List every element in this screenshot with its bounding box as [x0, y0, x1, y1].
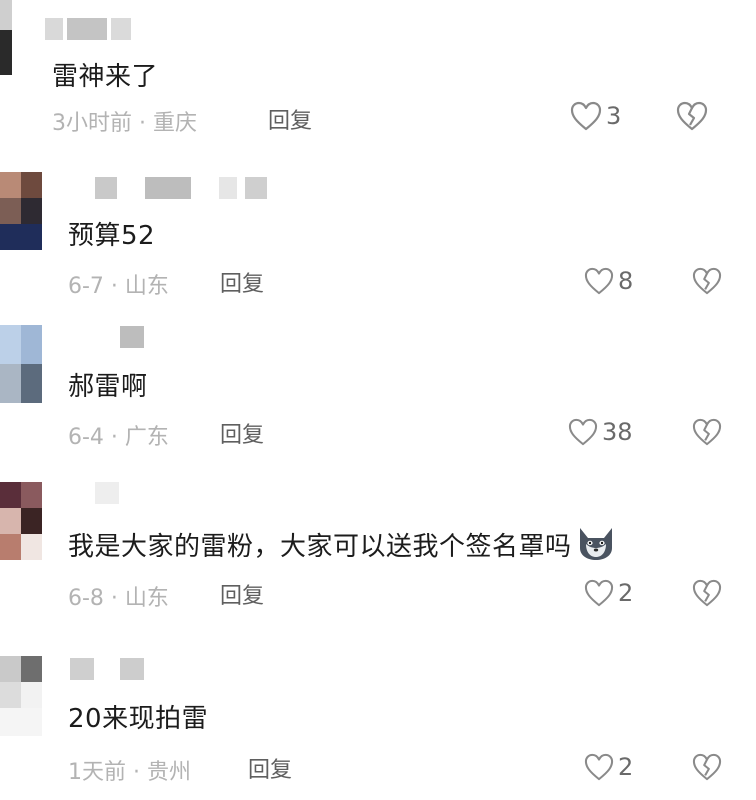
avatar[interactable]	[0, 656, 42, 736]
comment-meta: 6-8 · 山东	[68, 586, 169, 611]
comment-text: 20来现拍雷	[68, 704, 209, 734]
like-button[interactable]: 38	[568, 418, 633, 446]
avatar[interactable]	[0, 172, 42, 250]
comment-meta: 1天前 · 贵州	[68, 760, 191, 785]
heart-outline-icon	[584, 753, 614, 781]
dislike-button[interactable]	[692, 579, 722, 611]
username-blurred[interactable]	[45, 18, 135, 40]
dislike-button[interactable]	[692, 418, 722, 450]
comment-item: 郝雷啊 6-4 · 广东 回复 38	[0, 318, 756, 458]
broken-heart-icon	[692, 267, 722, 295]
reply-button[interactable]: 回复	[248, 752, 292, 784]
reply-button[interactable]: 回复	[220, 417, 264, 449]
avatar[interactable]	[0, 482, 42, 560]
avatar[interactable]	[0, 325, 42, 403]
reply-button[interactable]: 回复	[220, 266, 264, 298]
comment-item: 预算52 6-7 · 山东 回复 8	[0, 165, 756, 305]
dislike-button[interactable]	[692, 753, 722, 785]
comment-meta: 6-7 · 山东	[68, 274, 169, 299]
reply-button[interactable]: 回复	[268, 103, 312, 135]
like-count: 8	[618, 267, 634, 295]
broken-heart-icon	[676, 101, 708, 131]
like-count: 38	[602, 418, 633, 446]
comment-meta: 3小时前 · 重庆	[52, 111, 197, 136]
like-button[interactable]: 8	[584, 267, 633, 295]
username-blurred[interactable]	[120, 326, 150, 348]
username-blurred[interactable]	[95, 177, 275, 199]
broken-heart-icon	[692, 753, 722, 781]
comment-item: 雷神来了 3小时前 · 重庆 回复 3	[0, 0, 756, 150]
comment-item: 20来现拍雷 1天前 · 贵州 回复 2	[0, 650, 756, 800]
comment-text: 我是大家的雷粉，大家可以送我个签名罩吗	[68, 526, 616, 569]
heart-outline-icon	[584, 267, 614, 295]
username-blurred[interactable]	[70, 658, 150, 680]
avatar[interactable]	[0, 0, 12, 80]
comment-meta: 6-4 · 广东	[68, 425, 169, 450]
like-button[interactable]: 3	[570, 101, 621, 131]
like-count: 2	[618, 753, 634, 781]
comment-text: 预算52	[68, 221, 156, 251]
username-blurred[interactable]	[95, 482, 125, 504]
dislike-button[interactable]	[692, 267, 722, 299]
broken-heart-icon	[692, 418, 722, 446]
like-count: 3	[606, 102, 622, 130]
comment-item: 我是大家的雷粉，大家可以送我个签名罩吗 6-8 · 山东 回复 2	[0, 476, 756, 626]
reply-button[interactable]: 回复	[220, 578, 264, 610]
comment-text: 郝雷啊	[68, 372, 148, 402]
wolf-face-emoji	[576, 526, 616, 569]
comment-text: 雷神来了	[52, 62, 159, 92]
broken-heart-icon	[692, 579, 722, 607]
heart-outline-icon	[568, 418, 598, 446]
heart-outline-icon	[570, 101, 602, 131]
like-count: 2	[618, 579, 634, 607]
dislike-button[interactable]	[676, 101, 708, 135]
comment-text-content: 我是大家的雷粉，大家可以送我个签名罩吗	[68, 532, 572, 562]
like-button[interactable]: 2	[584, 579, 633, 607]
like-button[interactable]: 2	[584, 753, 633, 781]
heart-outline-icon	[584, 579, 614, 607]
